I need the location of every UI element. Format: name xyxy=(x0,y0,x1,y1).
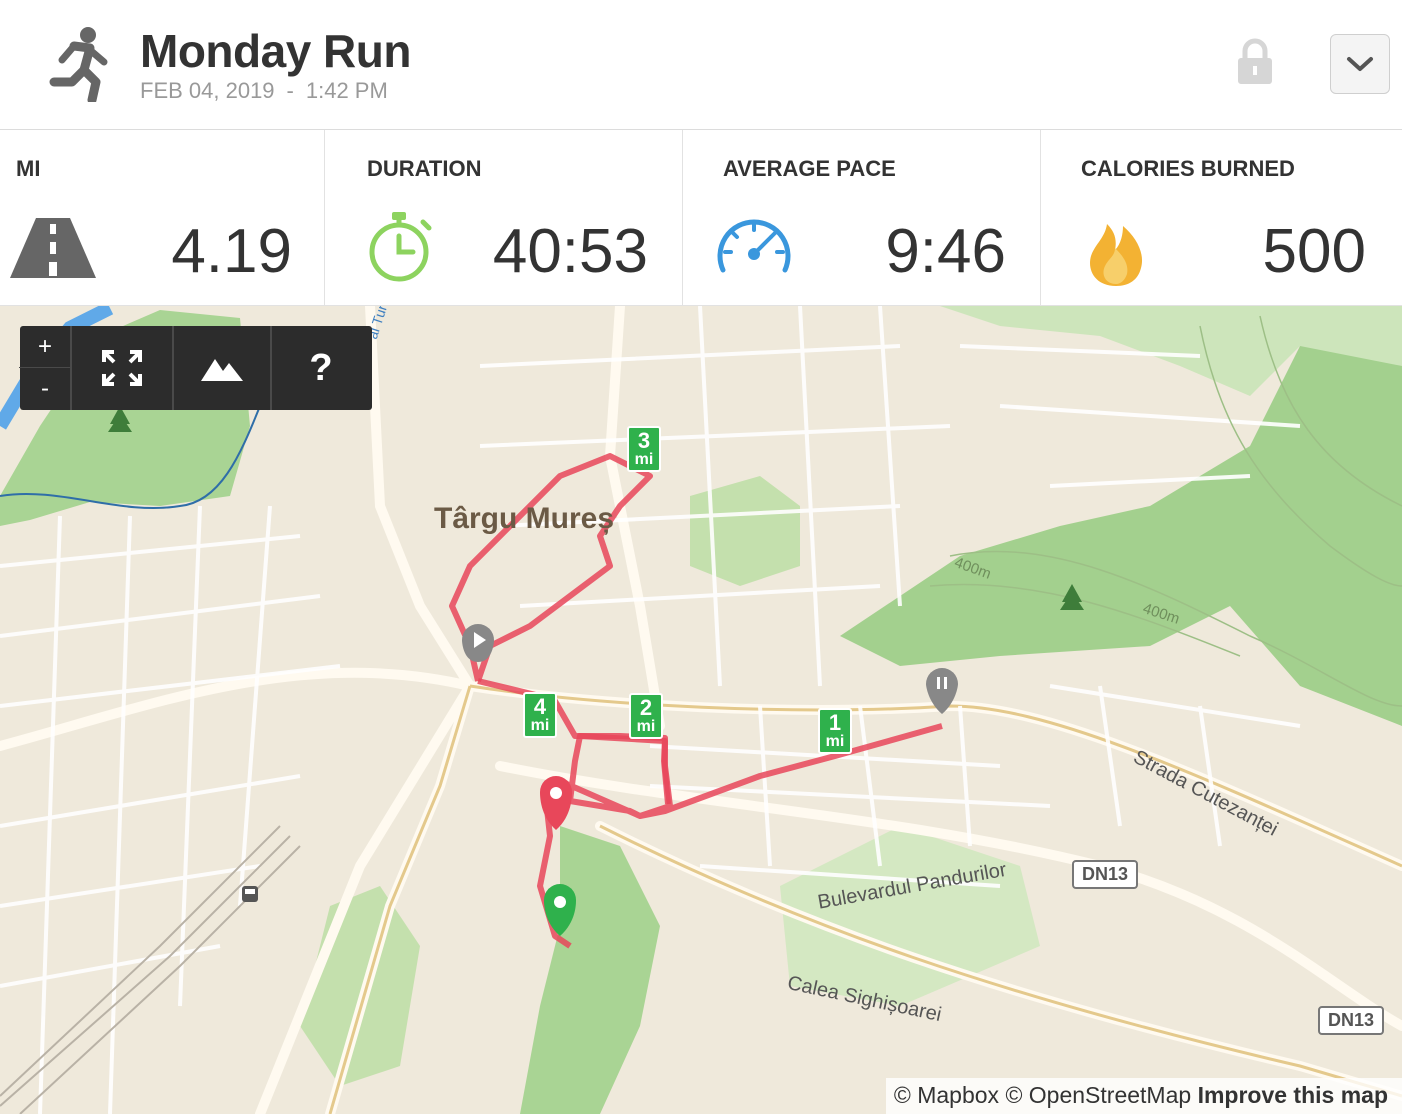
mile-marker-number: 4 xyxy=(533,694,547,719)
mile-marker-unit: mi xyxy=(636,718,656,735)
city-label: Târgu Mureș xyxy=(434,502,615,535)
mile-marker-number: 1 xyxy=(828,710,842,735)
help-button[interactable]: ? xyxy=(272,326,370,410)
improve-map-link[interactable]: Improve this map xyxy=(1198,1082,1388,1108)
chevron-down-icon xyxy=(1347,57,1373,71)
route-map[interactable]: Târgu Mureș Strada Cutezanței Bulevardul… xyxy=(0,306,1402,1114)
stopwatch-icon xyxy=(369,212,432,282)
stat-value: 9:46 xyxy=(885,217,1006,286)
stat-distance: MI 4.19 xyxy=(0,130,325,306)
train-station-icon xyxy=(242,886,258,902)
mile-marker[interactable]: 3 mi xyxy=(627,426,661,472)
mile-marker[interactable]: 2 mi xyxy=(629,693,663,739)
osm-attribution-link[interactable]: © OpenStreetMap xyxy=(1005,1082,1191,1108)
mile-marker[interactable]: 4 mi xyxy=(523,692,557,738)
zoom-out-button[interactable]: - xyxy=(19,368,71,410)
stat-value: 4.19 xyxy=(171,217,292,286)
stat-label: MI xyxy=(16,156,41,181)
stats-bar: MI 4.19 DURATION 40:53 AVERAGE PACE 9:46 xyxy=(0,130,1402,306)
mile-marker-unit: mi xyxy=(825,733,845,750)
lock-icon[interactable] xyxy=(1234,38,1276,86)
park-area xyxy=(300,886,420,1086)
fullscreen-icon xyxy=(102,350,142,386)
road-shield: DN13 xyxy=(1072,860,1139,889)
speedometer-icon xyxy=(717,219,791,273)
stat-label: DURATION xyxy=(367,156,482,181)
mile-marker-unit: mi xyxy=(634,451,654,468)
map-attribution: © Mapbox © OpenStreetMap Improve this ma… xyxy=(885,1078,1402,1114)
road-shield: DN13 xyxy=(1318,1006,1385,1035)
activity-time: 1:42 PM xyxy=(305,78,388,103)
stat-average-pace: AVERAGE PACE 9:46 xyxy=(683,130,1041,306)
options-dropdown-button[interactable] xyxy=(1330,34,1390,94)
stat-label: CALORIES BURNED xyxy=(1081,156,1295,181)
mountain-icon xyxy=(201,359,243,381)
fullscreen-button[interactable] xyxy=(72,326,174,410)
zoom-in-button[interactable]: + xyxy=(19,326,71,368)
activity-header: Monday Run FEB 04, 2019-1:42 PM xyxy=(0,0,1402,130)
mapbox-attribution-link[interactable]: © Mapbox xyxy=(894,1082,999,1108)
activity-datetime: FEB 04, 2019-1:42 PM xyxy=(140,78,388,104)
stat-value: 500 xyxy=(1262,217,1366,286)
stat-duration: DURATION 40:53 xyxy=(325,130,683,306)
terrain-button[interactable] xyxy=(174,326,272,410)
mile-marker-number: 2 xyxy=(639,695,653,720)
end-pin-icon[interactable] xyxy=(540,776,572,830)
mile-marker-unit: mi xyxy=(530,717,550,734)
zoom-control: + - xyxy=(19,326,72,410)
activity-title: Monday Run xyxy=(140,25,411,77)
stat-label: AVERAGE PACE xyxy=(723,156,896,181)
road-icon xyxy=(10,218,96,278)
map-base xyxy=(0,306,1402,1114)
stat-value: 40:53 xyxy=(492,217,648,286)
mile-marker[interactable]: 1 mi xyxy=(818,708,852,754)
flame-icon xyxy=(1090,224,1143,286)
forest-area xyxy=(840,306,1402,726)
date-separator: - xyxy=(286,78,294,103)
stat-calories: CALORIES BURNED 500 xyxy=(1041,130,1402,306)
running-person-icon xyxy=(49,27,108,102)
mile-marker-number: 3 xyxy=(637,428,651,453)
map-controls: + - ? xyxy=(19,326,372,410)
activity-date: FEB 04, 2019 xyxy=(140,78,275,103)
park-area xyxy=(690,476,800,586)
